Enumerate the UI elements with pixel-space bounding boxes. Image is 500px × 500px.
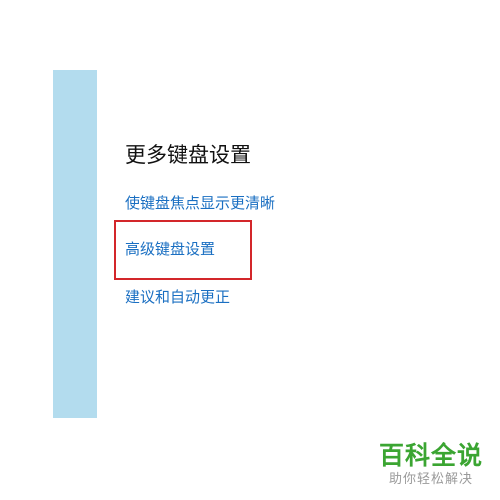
watermark-subtitle: 助你轻松解决: [388, 472, 473, 487]
highlight-box: [114, 220, 252, 280]
side-panel: [53, 70, 97, 418]
link-keyboard-focus-visibility[interactable]: 使键盘焦点显示更清晰: [125, 193, 275, 213]
watermark-title: 百科全说: [378, 441, 483, 470]
section-title: 更多键盘设置: [125, 143, 251, 167]
link-suggestions-autocorrect[interactable]: 建议和自动更正: [125, 287, 230, 307]
watermark-logo: 百科全说 助你轻松解决: [372, 441, 490, 489]
